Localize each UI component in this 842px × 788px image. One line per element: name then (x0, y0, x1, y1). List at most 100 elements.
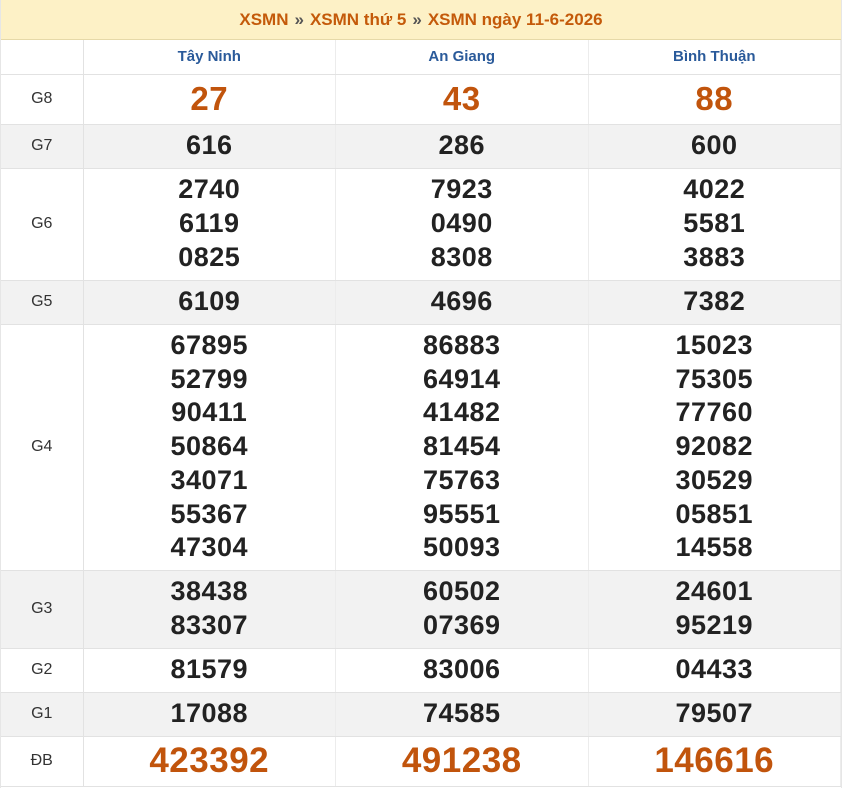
result-number: 04433 (675, 654, 754, 685)
result-number: 17088 (170, 698, 249, 729)
result-cell: 81579 (83, 648, 336, 693)
result-number: 90411 (171, 397, 248, 428)
result-number: 0490 (430, 208, 493, 239)
result-number: 07369 (422, 610, 501, 640)
result-number: 75763 (422, 464, 501, 495)
breadcrumb: XSMN » XSMN thứ 5 » XSMN ngày 11-6-2026 (1, 0, 841, 40)
result-number: 0825 (178, 241, 241, 272)
result-cell: 79507 (588, 692, 841, 737)
prize-row: G5 6109 4696 7382 (1, 280, 841, 325)
result-cell: 04433 (588, 648, 841, 693)
result-cell: 74585 (335, 692, 589, 737)
breadcrumb-separator: » (412, 9, 422, 29)
result-number: 30529 (675, 464, 754, 495)
prize-column-header (1, 40, 84, 75)
result-cell: 17088 (83, 692, 336, 737)
prize-label: G6 (1, 168, 84, 281)
breadcrumb-link-xsmn[interactable]: XSMN (239, 10, 288, 30)
province-header[interactable]: Bình Thuận (588, 40, 841, 75)
result-number: 55367 (170, 498, 249, 529)
result-number: 38438 (170, 576, 249, 607)
prize-label: G4 (1, 324, 84, 571)
result-cell: 86883 64914 41482 81454 75763 95551 50093 (335, 324, 589, 571)
result-number: 7923 (430, 174, 493, 205)
result-cell: 27 (83, 74, 336, 125)
breadcrumb-separator: » (294, 9, 304, 29)
result-number: 423392 (149, 741, 270, 780)
result-cell: 83006 (335, 648, 589, 693)
result-number: 74585 (422, 698, 501, 729)
prize-label: G2 (1, 648, 84, 693)
result-number: 616 (185, 130, 233, 161)
breadcrumb-link-weekday[interactable]: XSMN thứ 5 (310, 10, 406, 30)
prize-label: G7 (1, 124, 84, 169)
province-header[interactable]: An Giang (335, 40, 589, 75)
prize-row: G4 67895 52799 90411 50864 34071 55367 47304 868… (1, 324, 841, 571)
result-number: 67895 (170, 329, 249, 360)
result-number: 15023 (675, 329, 754, 360)
result-number: 79507 (675, 698, 754, 729)
result-number: 88 (695, 80, 734, 117)
result-number: 50093 (422, 532, 501, 563)
result-cell: 146616 (588, 736, 841, 787)
result-number: 4696 (430, 286, 493, 317)
result-number: 491238 (401, 741, 522, 780)
result-number: 6119 (178, 208, 240, 239)
result-number: 27 (190, 80, 229, 117)
result-number: 50864 (170, 431, 249, 462)
result-cell: 6109 (83, 280, 336, 325)
result-cell: 38438 83307 (83, 570, 336, 649)
result-number: 6109 (178, 286, 241, 317)
result-number: 7382 (683, 286, 746, 317)
result-number: 05851 (675, 498, 754, 529)
result-cell: 88 (588, 74, 841, 125)
result-cell: 67895 52799 90411 50864 34071 55367 47304 (83, 324, 336, 571)
prize-label: G5 (1, 280, 84, 325)
prize-label: G8 (1, 74, 84, 125)
result-cell: 2740 6119 0825 (83, 168, 336, 281)
result-number: 4022 (683, 174, 746, 205)
breadcrumb-link-date[interactable]: XSMN ngày 11-6-2026 (428, 10, 603, 30)
result-number: 95219 (675, 610, 754, 640)
result-cell: 4022 5581 3883 (588, 168, 841, 281)
result-number: 41482 (422, 397, 501, 428)
result-cell: 491238 (335, 736, 589, 787)
prize-label: G3 (1, 570, 84, 649)
result-number: 83006 (422, 654, 501, 685)
result-number: 600 (690, 130, 738, 161)
result-number: 47304 (170, 532, 249, 563)
result-number: 83307 (170, 610, 249, 640)
result-number: 75305 (675, 363, 754, 394)
result-number: 146616 (654, 741, 775, 780)
result-number: 24601 (675, 576, 754, 607)
result-number: 43 (442, 80, 481, 117)
result-number: 2740 (178, 174, 241, 205)
province-header[interactable]: Tây Ninh (83, 40, 336, 75)
result-number: 92082 (675, 431, 754, 462)
results-body: G8 27 43 88 G7 616 286 600 G6 2740 6119 0825 7923 049… (1, 74, 841, 787)
result-number: 34071 (170, 464, 249, 495)
result-cell: 60502 07369 (335, 570, 589, 649)
result-cell: 286 (335, 124, 589, 169)
result-number: 81454 (422, 431, 501, 462)
result-number: 77760 (675, 397, 754, 428)
result-cell: 24601 95219 (588, 570, 841, 649)
prize-label: ĐB (1, 736, 84, 787)
prize-row: G1 17088 74585 79507 (1, 692, 841, 737)
result-number: 286 (438, 130, 486, 161)
result-cell: 7382 (588, 280, 841, 325)
result-number: 95551 (422, 498, 501, 529)
result-number: 86883 (422, 329, 501, 360)
result-number: 8308 (430, 241, 493, 272)
results-panel: XSMN » XSMN thứ 5 » XSMN ngày 11-6-2026 … (0, 0, 842, 788)
result-cell: 43 (335, 74, 589, 125)
result-number: 64914 (422, 363, 501, 394)
prize-row: G6 2740 6119 0825 7923 0490 8308 4022 5581 3883 (1, 168, 841, 281)
result-number: 5581 (683, 208, 746, 239)
prize-label: G1 (1, 692, 84, 737)
result-cell: 15023 75305 77760 92082 30529 05851 14558 (588, 324, 841, 571)
result-number: 60502 (422, 576, 501, 607)
result-cell: 600 (588, 124, 841, 169)
result-cell: 4696 (335, 280, 589, 325)
result-number: 52799 (170, 363, 249, 394)
